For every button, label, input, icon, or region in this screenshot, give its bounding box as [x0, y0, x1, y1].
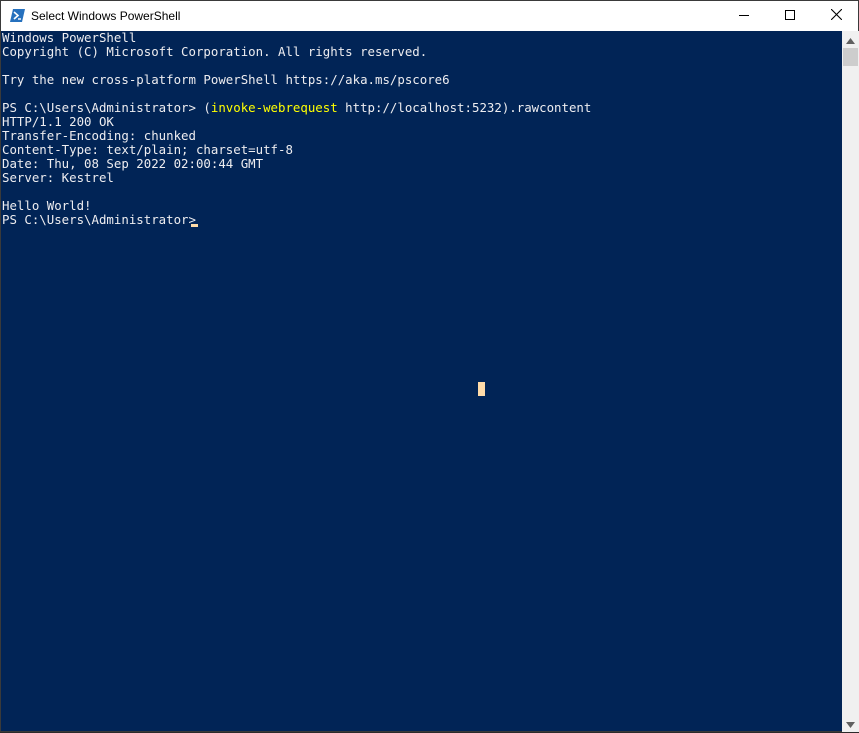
- text-cursor: [191, 224, 198, 227]
- console-line: Date: Thu, 08 Sep 2022 02:00:44 GMT: [2, 156, 264, 171]
- window-title: Select Windows PowerShell: [31, 9, 181, 23]
- command-prompt: PS C:\Users\Administrator> (: [2, 100, 211, 115]
- minimize-button[interactable]: [721, 1, 767, 31]
- console-line: Copyright (C) Microsoft Corporation. All…: [2, 44, 428, 59]
- command-arguments: http://localhost:5232).rawcontent: [337, 100, 592, 115]
- close-icon: [830, 8, 842, 23]
- powershell-icon[interactable]: [10, 9, 25, 22]
- console-line: Transfer-Encoding: chunked: [2, 128, 196, 143]
- console-line: Server: Kestrel: [2, 170, 114, 185]
- console-output[interactable]: Windows PowerShell Copyright (C) Microso…: [1, 31, 841, 731]
- powershell-window: Select Windows PowerShell Windows PowerS…: [0, 0, 859, 732]
- scroll-up-button[interactable]: [842, 31, 859, 48]
- console-line: Content-Type: text/plain; charset=utf-8: [2, 142, 293, 157]
- title-bar[interactable]: Select Windows PowerShell: [1, 1, 858, 31]
- command-keyword: invoke-webrequest: [210, 100, 338, 115]
- command-line: PS C:\Users\Administrator> (invoke-webre…: [2, 101, 591, 115]
- minimize-icon: [739, 9, 749, 23]
- maximize-button[interactable]: [767, 1, 813, 31]
- scroll-down-button[interactable]: [842, 715, 859, 732]
- current-prompt[interactable]: PS C:\Users\Administrator>: [2, 213, 203, 227]
- chevron-down-icon: [846, 715, 855, 733]
- vertical-scrollbar[interactable]: [842, 31, 859, 732]
- console-line: Hello World!: [2, 198, 92, 213]
- close-button[interactable]: [813, 1, 859, 31]
- console-line: Windows PowerShell: [2, 31, 137, 45]
- console-line: Try the new cross-platform PowerShell ht…: [2, 72, 450, 87]
- chevron-up-icon: [846, 31, 855, 49]
- maximize-icon: [785, 9, 795, 23]
- mouse-cursor-block: [478, 382, 485, 396]
- console-line: HTTP/1.1 200 OK: [2, 114, 114, 129]
- scroll-thumb[interactable]: [843, 48, 858, 66]
